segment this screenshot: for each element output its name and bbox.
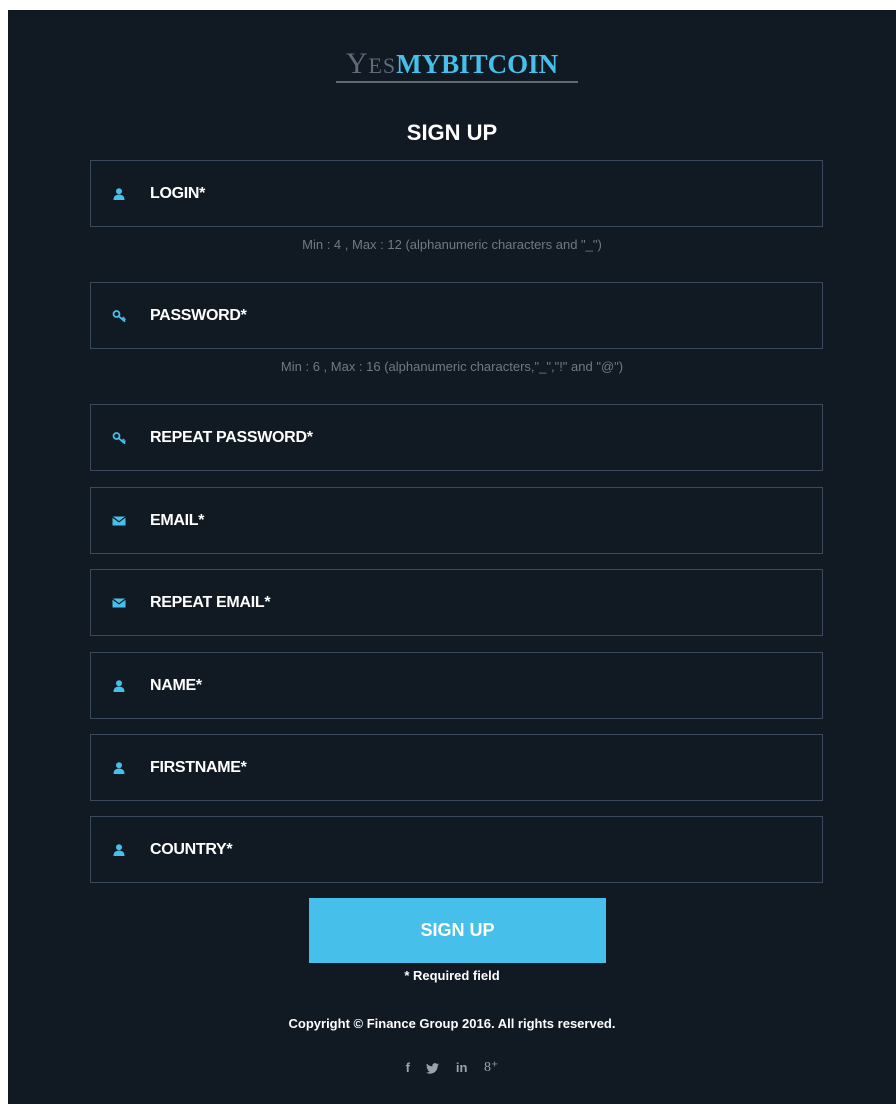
page-title: SIGN UP [406,120,498,145]
password-field[interactable]: PASSWORD* [90,282,823,349]
key-icon [112,310,126,323]
login-hint: Min : 4 , Max : 12 (alphanumeric charact… [302,237,602,252]
user-icon [113,762,125,774]
signup-page: YESMYBITCOIN SIGN UP LOGIN* Min : 4 , Ma… [8,10,896,1104]
firstname-label: FIRSTNAME* [150,759,247,776]
site-logo[interactable]: YESMYBITCOIN [8,47,896,83]
country-label: COUNTRY* [150,841,233,858]
envelope-icon [112,516,126,526]
country-field[interactable]: COUNTRY* [90,816,823,883]
facebook-icon[interactable]: f [406,1058,410,1078]
password-hint: Min : 6 , Max : 16 (alphanumeric charact… [280,359,624,374]
logo-yes-initial: Y [345,47,369,80]
login-label: LOGIN* [150,185,206,202]
name-field[interactable]: NAME* [90,652,823,719]
repeat-email-label: REPEAT EMAIL* [150,594,271,611]
name-label: NAME* [150,677,202,694]
twitter-icon[interactable] [426,1058,440,1078]
social-links: f in 8⁺ [8,1058,896,1078]
logo-underline [336,81,578,83]
email-field[interactable]: EMAIL* [90,487,823,554]
repeat-password-field[interactable]: REPEAT PASSWORD* [90,404,823,471]
sign-up-button[interactable]: SIGN UP [309,898,606,963]
firstname-field[interactable]: FIRSTNAME* [90,734,823,801]
repeat-password-label: REPEAT PASSWORD* [150,429,313,446]
envelope-icon [112,598,126,608]
key-icon [112,432,126,445]
logo-yes-rest: ES [368,53,397,78]
user-icon [113,844,125,856]
googleplus-icon[interactable]: 8⁺ [484,1058,498,1078]
required-field-note: * Required field [404,968,500,983]
email-label: EMAIL* [150,512,205,529]
linkedin-icon[interactable]: in [456,1058,468,1078]
repeat-email-field[interactable]: REPEAT EMAIL* [90,569,823,636]
logo-brand: MYBITCOIN [396,49,559,79]
password-label: PASSWORD* [150,307,247,324]
login-field[interactable]: LOGIN* [90,160,823,227]
user-icon [113,680,125,692]
copyright-text: Copyright © Finance Group 2016. All righ… [288,1016,616,1031]
user-icon [113,188,125,200]
